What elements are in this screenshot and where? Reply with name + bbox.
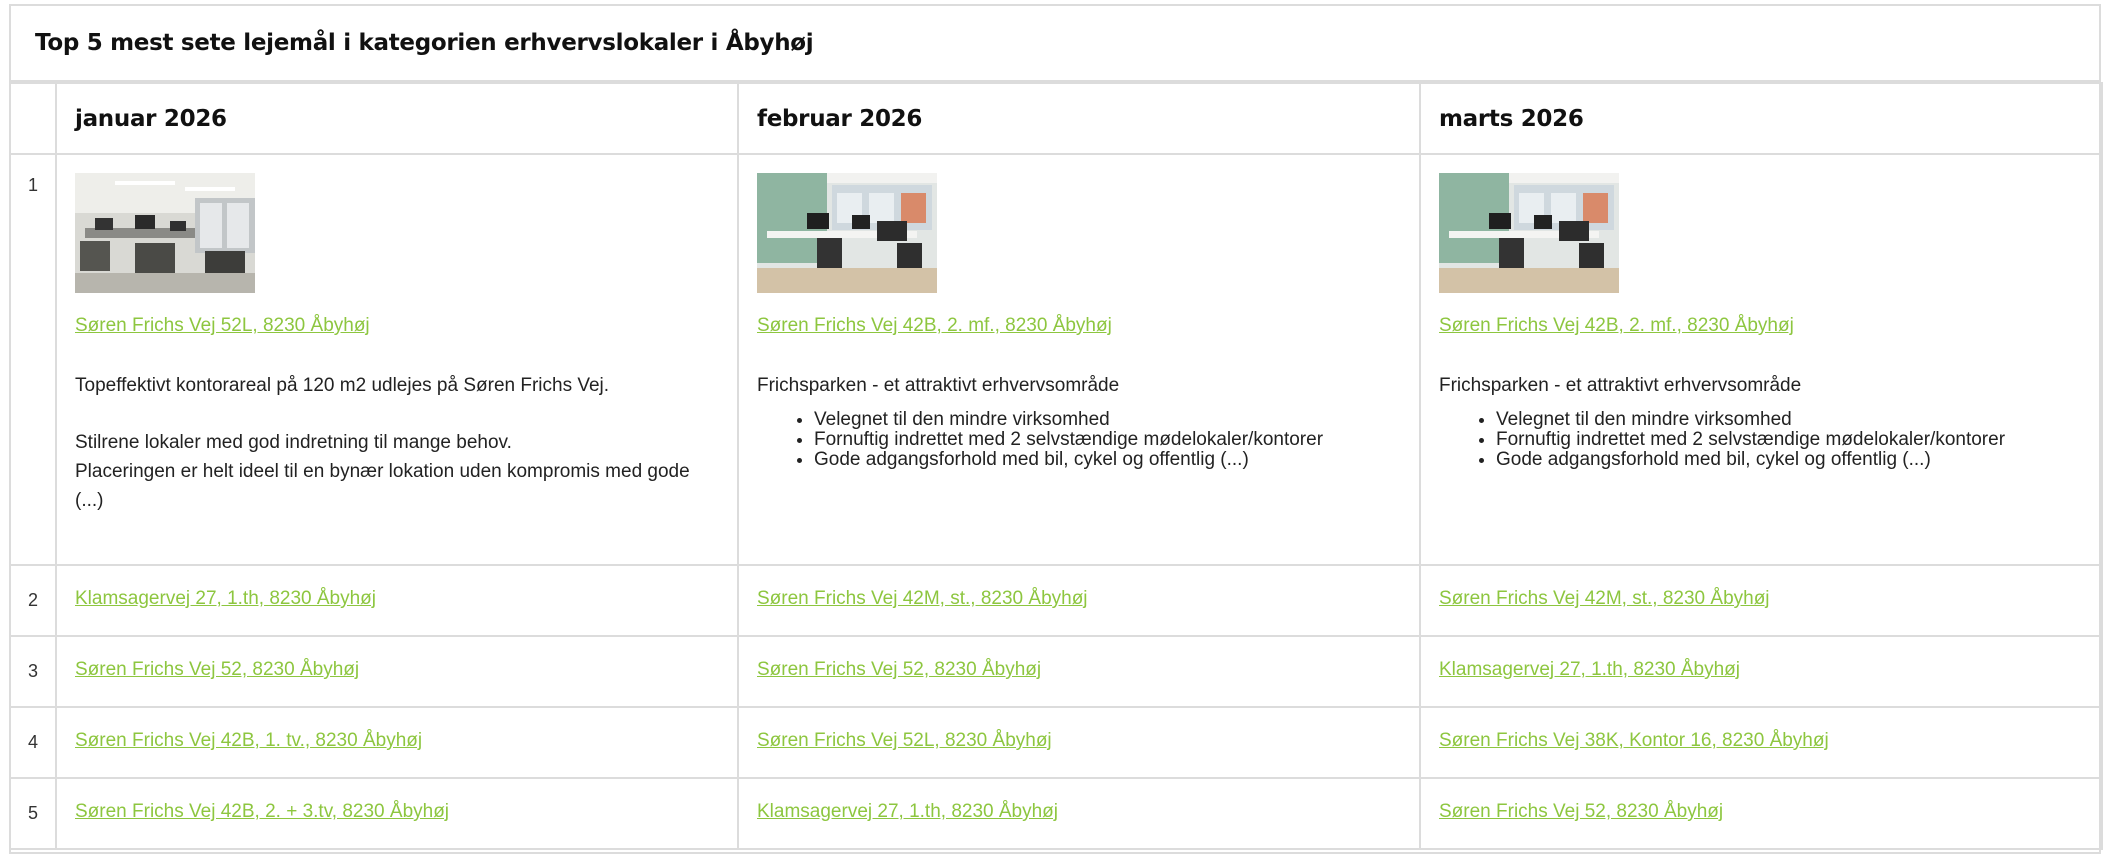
listing-address-link[interactable]: Søren Frichs Vej 42M, st., 8230 Åbyhøj <box>757 588 1088 609</box>
listing-address-link[interactable]: Søren Frichs Vej 42B, 1. tv., 8230 Åbyhø… <box>75 730 422 751</box>
listing-address-link[interactable]: Søren Frichs Vej 52L, 8230 Åbyhøj <box>75 315 370 336</box>
table-row: 2 Klamsagervej 27, 1.th, 8230 Åbyhøj Sør… <box>9 564 2103 637</box>
rank-column-header <box>9 82 57 155</box>
table-row-rank-1: 1 Søren Frichs Vej 52L, 8230 Åbyhøj Tope… <box>9 153 2103 566</box>
listing-cell: Søren Frichs Vej 52L, 8230 Åbyhøj <box>737 706 1421 779</box>
listing-address-link[interactable]: Klamsagervej 27, 1.th, 8230 Åbyhøj <box>757 801 1058 822</box>
list-item: Gode adgangsforhold med bil, cykel og of… <box>1496 450 2083 470</box>
widget-header: Top 5 mest sete lejemål i kategorien erh… <box>11 6 2099 82</box>
listing-address-link[interactable]: Søren Frichs Vej 52, 8230 Åbyhøj <box>757 659 1041 680</box>
listing-cell: Søren Frichs Vej 42M, st., 8230 Åbyhøj <box>737 564 1421 637</box>
listing-cell: Søren Frichs Vej 42B, 2. mf., 8230 Åbyhø… <box>737 153 1421 566</box>
listing-description: Frichsparken - et attraktivt erhvervsomr… <box>1439 371 2083 470</box>
column-header-month: marts 2026 <box>1419 82 2103 155</box>
rank-number: 4 <box>9 706 57 779</box>
listing-address-link[interactable]: Søren Frichs Vej 52, 8230 Åbyhøj <box>1439 801 1723 822</box>
list-item: Gode adgangsforhold med bil, cykel og of… <box>814 450 1401 470</box>
rank-number: 2 <box>9 564 57 637</box>
listing-address-link[interactable]: Søren Frichs Vej 42B, 2. + 3.tv, 8230 Åb… <box>75 801 449 822</box>
column-header-month: februar 2026 <box>737 82 1421 155</box>
table-row: 5 Søren Frichs Vej 42B, 2. + 3.tv, 8230 … <box>9 777 2103 850</box>
widget-title: Top 5 mest sete lejemål i kategorien erh… <box>35 30 814 56</box>
listing-address-link[interactable]: Søren Frichs Vej 52L, 8230 Åbyhøj <box>757 730 1052 751</box>
ranking-table: januar 2026 februar 2026 marts 2026 1 Sø… <box>9 82 2103 850</box>
list-item: Velegnet til den mindre virksomhed <box>1496 410 2083 430</box>
listing-address-link[interactable]: Søren Frichs Vej 42M, st., 8230 Åbyhøj <box>1439 588 1770 609</box>
listing-address-link[interactable]: Klamsagervej 27, 1.th, 8230 Åbyhøj <box>1439 659 1740 680</box>
listing-cell: Søren Frichs Vej 38K, Kontor 16, 8230 Åb… <box>1419 706 2103 779</box>
list-item: Fornuftig indrettet med 2 selvstændige m… <box>814 430 1401 450</box>
listing-address-link[interactable]: Søren Frichs Vej 42B, 2. mf., 8230 Åbyhø… <box>757 315 1112 336</box>
listing-address-link[interactable]: Søren Frichs Vej 42B, 2. mf., 8230 Åbyhø… <box>1439 315 1794 336</box>
office-photo-icon[interactable] <box>1439 173 1619 293</box>
listing-address-link[interactable]: Søren Frichs Vej 38K, Kontor 16, 8230 Åb… <box>1439 730 1829 751</box>
office-photo-icon[interactable] <box>757 173 937 293</box>
description-paragraph: Frichsparken - et attraktivt erhvervsomr… <box>1439 375 1802 396</box>
listing-address-link[interactable]: Klamsagervej 27, 1.th, 8230 Åbyhøj <box>75 588 376 609</box>
listing-description: Frichsparken - et attraktivt erhvervsomr… <box>757 371 1401 470</box>
listing-cell: Søren Frichs Vej 52L, 8230 Åbyhøj Topeff… <box>55 153 739 566</box>
description-paragraph: Topeffektivt kontorareal på 120 m2 udlej… <box>75 375 610 396</box>
column-header-month: januar 2026 <box>55 82 739 155</box>
office-photo-icon[interactable] <box>75 173 255 293</box>
feature-list: Velegnet til den mindre virksomhed Fornu… <box>1439 410 2083 470</box>
listing-cell: Klamsagervej 27, 1.th, 8230 Åbyhøj <box>1419 635 2103 708</box>
listing-cell: Søren Frichs Vej 52, 8230 Åbyhøj <box>1419 777 2103 850</box>
listing-cell: Klamsagervej 27, 1.th, 8230 Åbyhøj <box>737 777 1421 850</box>
listing-cell: Søren Frichs Vej 42B, 2. + 3.tv, 8230 Åb… <box>55 777 739 850</box>
table-row: 4 Søren Frichs Vej 42B, 1. tv., 8230 Åby… <box>9 706 2103 779</box>
rank-number: 3 <box>9 635 57 708</box>
listing-cell: Søren Frichs Vej 52, 8230 Åbyhøj <box>55 635 739 708</box>
description-paragraph: Frichsparken - et attraktivt erhvervsomr… <box>757 375 1120 396</box>
list-item: Fornuftig indrettet med 2 selvstændige m… <box>1496 430 2083 450</box>
feature-list: Velegnet til den mindre virksomhed Fornu… <box>757 410 1401 470</box>
table-row: 3 Søren Frichs Vej 52, 8230 Åbyhøj Søren… <box>9 635 2103 708</box>
description-paragraph: Stilrene lokaler med god indretning til … <box>75 432 512 453</box>
list-item: Velegnet til den mindre virksomhed <box>814 410 1401 430</box>
listing-address-link[interactable]: Søren Frichs Vej 52, 8230 Åbyhøj <box>75 659 359 680</box>
listing-cell: Søren Frichs Vej 52, 8230 Åbyhøj <box>737 635 1421 708</box>
listing-description: Topeffektivt kontorareal på 120 m2 udlej… <box>75 371 719 515</box>
listing-cell: Søren Frichs Vej 42M, st., 8230 Åbyhøj <box>1419 564 2103 637</box>
rank-number: 1 <box>9 153 57 566</box>
listing-cell: Søren Frichs Vej 42B, 2. mf., 8230 Åbyhø… <box>1419 153 2103 566</box>
listing-cell: Klamsagervej 27, 1.th, 8230 Åbyhøj <box>55 564 739 637</box>
rank-number: 5 <box>9 777 57 850</box>
description-paragraph: Placeringen er helt ideel til en bynær l… <box>75 461 690 511</box>
top-five-widget: Top 5 mest sete lejemål i kategorien erh… <box>9 4 2103 854</box>
table-header-row: januar 2026 februar 2026 marts 2026 <box>9 82 2103 155</box>
listing-cell: Søren Frichs Vej 42B, 1. tv., 8230 Åbyhø… <box>55 706 739 779</box>
